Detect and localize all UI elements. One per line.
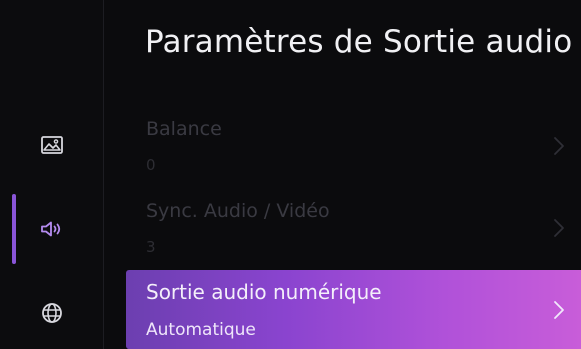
setting-label: Sync. Audio / Vidéo bbox=[146, 200, 330, 222]
sidebar-item-network[interactable] bbox=[0, 278, 104, 348]
setting-value: Automatique bbox=[146, 320, 256, 340]
page-title: Paramètres de Sortie audio bbox=[145, 24, 573, 60]
speaker-icon bbox=[40, 220, 64, 238]
setting-value: 3 bbox=[146, 238, 156, 256]
chevron-right-icon bbox=[553, 136, 565, 156]
sidebar-item-picture[interactable] bbox=[0, 110, 104, 180]
setting-row-av-sync[interactable]: Sync. Audio / Vidéo 3 bbox=[126, 188, 581, 270]
sidebar-item-sound[interactable] bbox=[0, 194, 104, 264]
chevron-right-icon bbox=[553, 218, 565, 238]
picture-icon bbox=[41, 136, 63, 154]
chevron-right-icon bbox=[553, 300, 565, 320]
setting-label: Sortie audio numérique bbox=[146, 280, 382, 304]
setting-label: Balance bbox=[146, 118, 222, 140]
tv-settings-screen: Paramètres de Sortie audio Balance 0 Syn… bbox=[0, 0, 581, 349]
setting-value: 0 bbox=[146, 156, 156, 174]
globe-icon bbox=[41, 302, 63, 324]
setting-row-balance[interactable]: Balance 0 bbox=[126, 106, 581, 188]
settings-sidebar bbox=[0, 0, 104, 349]
setting-row-digital-audio-output[interactable]: Sortie audio numérique Automatique bbox=[126, 270, 581, 349]
